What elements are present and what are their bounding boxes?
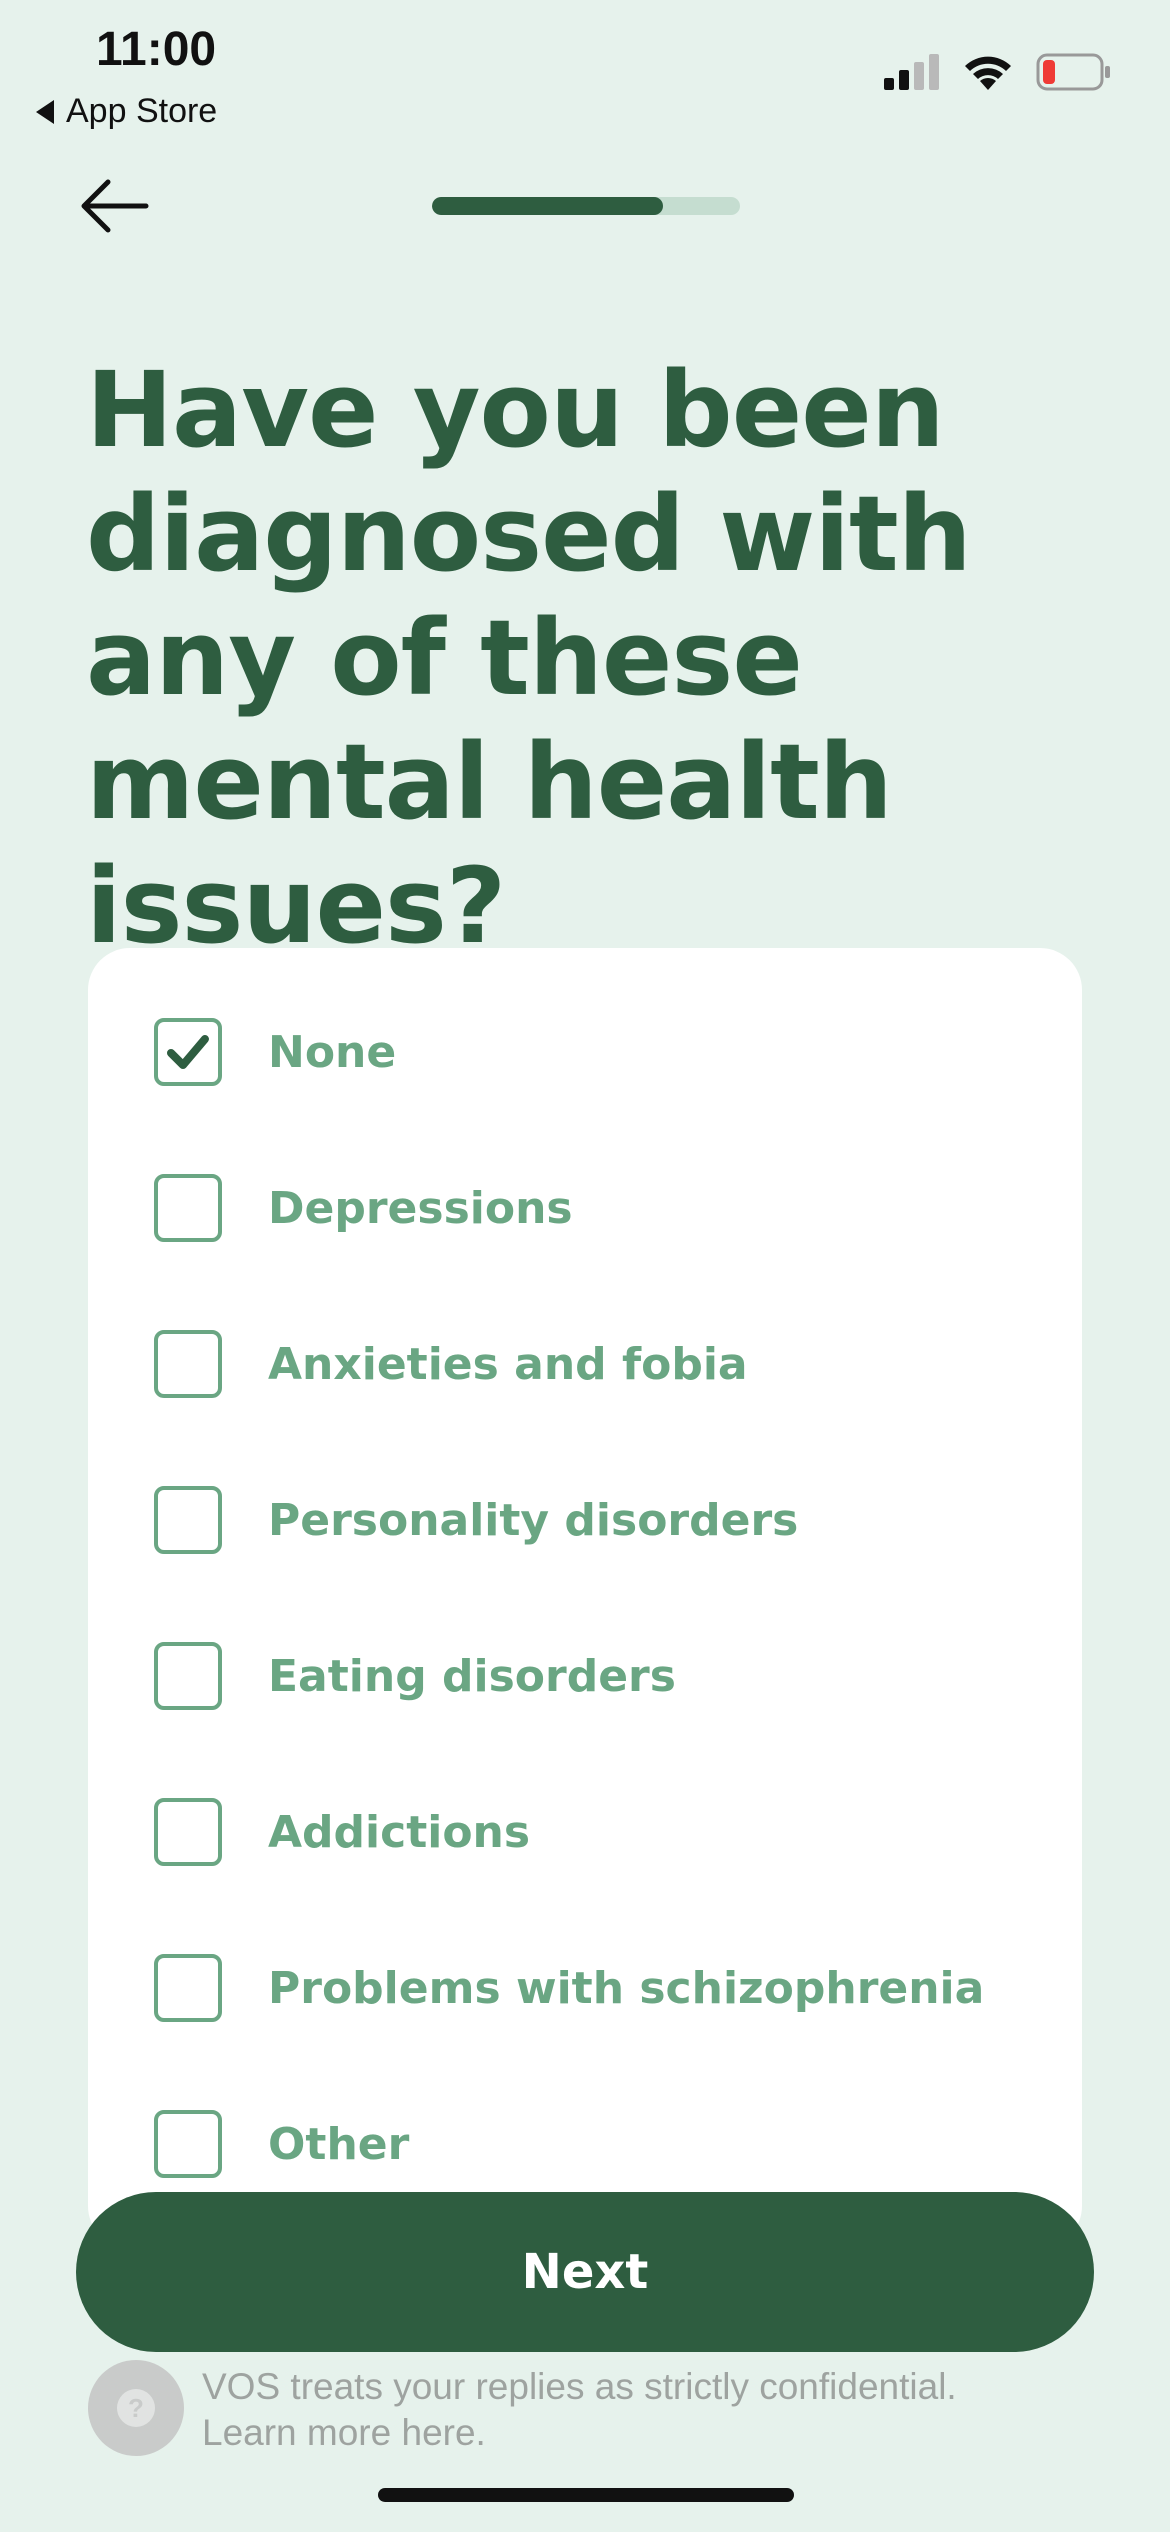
option-checkbox[interactable] bbox=[154, 1174, 222, 1242]
confidentiality-line1: VOS treats your replies as strictly conf… bbox=[202, 2366, 957, 2407]
option-checkbox[interactable] bbox=[154, 1486, 222, 1554]
question-title: Have you been diagnosed with any of thes… bbox=[86, 349, 972, 967]
progress-bar bbox=[432, 197, 740, 215]
option-checkbox[interactable] bbox=[154, 1330, 222, 1398]
options-card: None Depressions Anxieties and fobia Person… bbox=[88, 948, 1082, 2248]
checkmark-icon bbox=[167, 1035, 209, 1069]
option-label: Addictions bbox=[268, 1806, 531, 1858]
option-label: Other bbox=[268, 2118, 410, 2170]
option-row[interactable]: None bbox=[154, 1014, 396, 1090]
option-row[interactable]: Other bbox=[154, 2106, 409, 2182]
arrow-left-icon[interactable] bbox=[78, 176, 150, 236]
confidentiality-note[interactable]: VOS treats your replies as strictly conf… bbox=[202, 2364, 1102, 2456]
back-to-app-store[interactable]: App Store bbox=[36, 92, 217, 131]
option-row[interactable]: Personality disorders bbox=[154, 1482, 798, 1558]
option-row[interactable]: Problems with schizophrenia bbox=[154, 1950, 984, 2026]
option-row[interactable]: Eating disorders bbox=[154, 1638, 676, 1714]
back-app-label: App Store bbox=[66, 92, 218, 130]
option-label: Depressions bbox=[268, 1182, 573, 1234]
cellular-signal-icon bbox=[884, 54, 939, 90]
option-checkbox[interactable] bbox=[154, 1798, 222, 1866]
status-icons bbox=[884, 52, 1112, 92]
learn-more-link[interactable]: Learn more here. bbox=[202, 2410, 1102, 2456]
option-row[interactable]: Anxieties and fobia bbox=[154, 1326, 748, 1402]
option-label: Anxieties and fobia bbox=[268, 1338, 748, 1390]
option-label: None bbox=[268, 1026, 397, 1078]
option-row[interactable]: Addictions bbox=[154, 1794, 530, 1870]
option-label: Personality disorders bbox=[268, 1494, 799, 1546]
wifi-icon bbox=[965, 56, 1011, 90]
option-checkbox[interactable] bbox=[154, 1642, 222, 1710]
question-icon[interactable]: ? bbox=[88, 2360, 184, 2456]
next-button[interactable]: Next bbox=[76, 2192, 1094, 2352]
option-checkbox[interactable] bbox=[154, 2110, 222, 2178]
option-checkbox[interactable] bbox=[154, 1018, 222, 1086]
option-label: Eating disorders bbox=[268, 1650, 676, 1702]
progress-fill bbox=[432, 197, 663, 215]
back-triangle-icon bbox=[36, 99, 54, 124]
status-time: 11:00 bbox=[96, 23, 217, 76]
option-label: Problems with schizophrenia bbox=[268, 1962, 985, 2014]
option-row[interactable]: Depressions bbox=[154, 1170, 573, 1246]
home-indicator bbox=[378, 2488, 794, 2502]
battery-low-icon bbox=[1036, 53, 1110, 91]
option-checkbox[interactable] bbox=[154, 1954, 222, 2022]
